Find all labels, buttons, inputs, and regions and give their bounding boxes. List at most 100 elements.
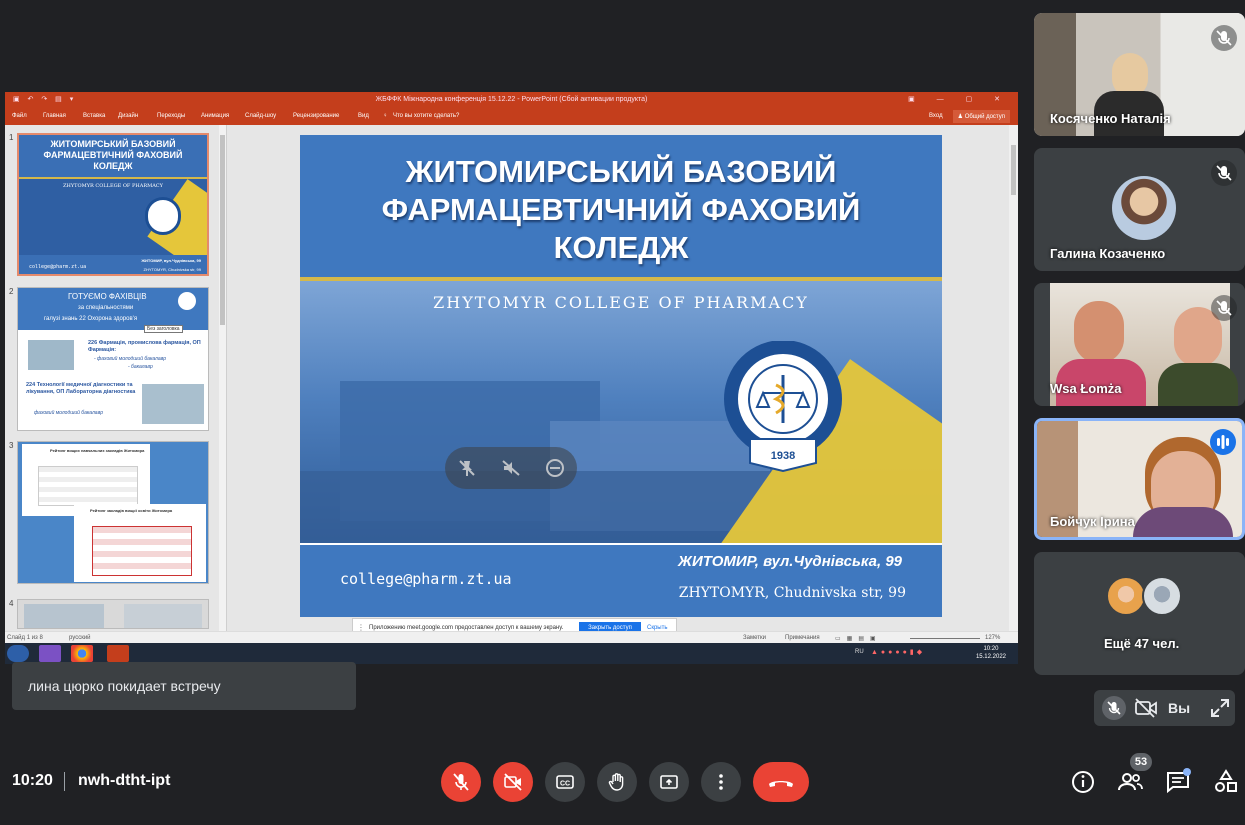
present-button[interactable] bbox=[649, 762, 689, 802]
participant-tile-speaking[interactable]: Бойчук Ірина bbox=[1034, 418, 1245, 540]
slide-thumbnail-3[interactable]: Рейтинг вищих навчальних закладів Житоми… bbox=[17, 441, 209, 584]
slide-subtitle: ZHYTOMYR COLLEGE OF PHARMACY bbox=[433, 293, 809, 312]
raise-hand-button[interactable] bbox=[597, 762, 637, 802]
self-muted-mic-icon[interactable] bbox=[1102, 696, 1126, 720]
ribbon-tab-transitions[interactable]: Переходы bbox=[157, 113, 185, 119]
sign-in-link[interactable]: Вход bbox=[929, 113, 943, 119]
viber-icon[interactable] bbox=[39, 645, 61, 662]
expand-icon[interactable] bbox=[1210, 698, 1230, 718]
mic-toggle-button[interactable] bbox=[441, 762, 481, 802]
ppt-share-button[interactable]: ♟ Общий доступ bbox=[952, 110, 1010, 123]
tray-date: 15.12.2022 bbox=[975, 654, 1006, 660]
thumb1-email: college@pharm.zt.ua bbox=[29, 264, 87, 270]
slide-thumbnails-pane: 1 ЖИТОМИРСЬКИЙ БАЗОВИЙ ФАРМАЦЕВТИЧНИЙ ФА… bbox=[5, 125, 227, 631]
participant-name: Косяченко Наталія bbox=[1050, 111, 1171, 126]
participant-name: Бойчук Ірина bbox=[1050, 514, 1135, 529]
status-language: русский bbox=[69, 635, 91, 641]
remove-icon[interactable] bbox=[545, 458, 565, 478]
powerpoint-icon[interactable] bbox=[107, 645, 129, 662]
participant-tile[interactable]: Галина Козаченко bbox=[1034, 148, 1245, 271]
status-slide-count: Слайд 1 из 8 bbox=[7, 635, 43, 641]
tell-me-box[interactable]: Что вы хотите сделать? bbox=[393, 113, 459, 119]
muted-mic-icon bbox=[1211, 160, 1237, 186]
thumb2-line2: галузі знань 22 Охорона здоров'я bbox=[44, 316, 138, 322]
ribbon-tab-view[interactable]: Вид bbox=[358, 113, 369, 119]
chat-unread-dot bbox=[1183, 768, 1191, 776]
ppt-title-bar: ▣ ↶ ↷ ▤ ▾ ЖБФФК Міжнародна конференція 1… bbox=[5, 92, 1018, 108]
ribbon-tab-home[interactable]: Главная bbox=[43, 113, 66, 119]
meeting-clock: 10:20 bbox=[12, 772, 53, 789]
ribbon-tab-review[interactable]: Рецензирование bbox=[293, 113, 339, 119]
slide-editor: ЖИТОМИРСЬКИЙ БАЗОВИЙ ФАРМАЦЕВТИЧНИЙ ФАХО… bbox=[228, 125, 1018, 631]
ribbon-tab-file[interactable]: Файл bbox=[12, 113, 27, 119]
mic-off-icon bbox=[453, 773, 469, 791]
chrome-icon[interactable] bbox=[71, 645, 93, 662]
avatar bbox=[1112, 176, 1176, 240]
more-vert-icon bbox=[719, 774, 723, 790]
slide-address-ua: ЖИТОМИР, вул.Чуднівська, 99 bbox=[678, 553, 902, 570]
meeting-code[interactable]: nwh-dtht-ipt bbox=[78, 772, 170, 790]
activities-icon[interactable] bbox=[1212, 768, 1240, 796]
participant-name: Галина Козаченко bbox=[1050, 246, 1166, 261]
ribbon-tab-design[interactable]: Дизайн bbox=[118, 113, 138, 119]
more-participants-tile[interactable]: Ещё 47 чел. bbox=[1034, 552, 1245, 675]
ppt-window-title: ЖБФФК Міжнародна конференція 15.12.22 - … bbox=[375, 96, 648, 103]
current-slide[interactable]: ЖИТОМИРСЬКИЙ БАЗОВИЙ ФАРМАЦЕВТИЧНИЙ ФАХО… bbox=[300, 135, 942, 617]
more-options-button[interactable] bbox=[701, 762, 741, 802]
thumb3-title2: Рейтинг закладів вищої освіти Житомира bbox=[90, 508, 173, 513]
editor-scrollbar[interactable] bbox=[1009, 125, 1018, 631]
participant-tile[interactable]: Косяченко Наталія bbox=[1034, 13, 1245, 136]
self-view-bar: Вы bbox=[1094, 690, 1235, 726]
ribbon-tab-insert[interactable]: Вставка bbox=[83, 113, 105, 119]
lightbulb-icon: ♀ bbox=[383, 113, 388, 119]
slide-number: 1 bbox=[9, 133, 14, 142]
thumb2-item1: 226 Фармація, промислова фармація, ОП Фа… bbox=[88, 340, 201, 353]
windows-start-icon[interactable] bbox=[7, 645, 29, 662]
svg-text:CC: CC bbox=[560, 781, 570, 788]
self-camera-off-icon[interactable] bbox=[1134, 698, 1158, 718]
muted-mic-icon bbox=[1211, 295, 1237, 321]
info-icon[interactable] bbox=[1069, 768, 1097, 796]
view-buttons[interactable]: ▭▦▤▣ bbox=[835, 635, 882, 642]
pin-off-icon[interactable] bbox=[457, 458, 477, 478]
slide-number: 2 bbox=[9, 287, 14, 296]
ribbon-tab-slideshow[interactable]: Слайд-шоу bbox=[245, 113, 276, 119]
ribbon-tab-animation[interactable]: Анимация bbox=[201, 113, 229, 119]
thumb1-title: ЖИТОМИРСЬКИЙ БАЗОВИЙ ФАРМАЦЕВТИЧНИЙ ФАХО… bbox=[43, 139, 183, 171]
avatar bbox=[1142, 576, 1182, 616]
slide-email: college@pharm.zt.ua bbox=[340, 570, 512, 588]
notes-button[interactable]: Заметки bbox=[743, 635, 766, 641]
captions-button[interactable]: CC bbox=[545, 762, 585, 802]
people-count-badge: 53 bbox=[1130, 753, 1152, 771]
leave-call-button[interactable] bbox=[753, 762, 809, 802]
camera-toggle-button[interactable] bbox=[493, 762, 533, 802]
thumb2-line1: за спеціальностями bbox=[78, 305, 134, 311]
tray-icons[interactable]: ▲●●●●▮◆ bbox=[871, 648, 925, 656]
comments-button[interactable]: Примечания bbox=[785, 635, 820, 641]
self-label: Вы bbox=[1168, 700, 1191, 716]
more-participants-label: Ещё 47 чел. bbox=[1104, 636, 1180, 651]
slide-thumbnail-1[interactable]: ЖИТОМИРСЬКИЙ БАЗОВИЙ ФАРМАЦЕВТИЧНИЙ ФАХО… bbox=[17, 133, 209, 276]
rating-table-2 bbox=[92, 526, 192, 576]
thumb1-subtitle: ZHYTOMYR COLLEGE OF PHARMACY bbox=[63, 183, 163, 189]
ppt-share-label: Общий доступ bbox=[964, 114, 1005, 120]
people-icon[interactable] bbox=[1116, 768, 1144, 796]
thumbnails-scrollbar[interactable] bbox=[219, 125, 226, 631]
mute-audio-icon[interactable] bbox=[501, 458, 521, 478]
college-building-photo: ZHYTOMYR COLLEGE OF PHARMACY 1938 bbox=[300, 281, 942, 543]
slide-thumbnail-4[interactable] bbox=[17, 599, 209, 629]
zoom-slider[interactable] bbox=[910, 638, 980, 639]
taskbar-clock[interactable]: 10:20 15.12.2022 bbox=[976, 645, 1006, 661]
hand-icon bbox=[608, 773, 624, 791]
participant-left-toast: лина цюрко покидает встречу bbox=[12, 662, 356, 710]
thumb2-item2: 224 Технології медичної діагностики та л… bbox=[26, 382, 136, 395]
window-controls[interactable]: ▣ — ▢ ✕ bbox=[908, 95, 1010, 103]
participant-tile[interactable]: Wsa Łomża bbox=[1034, 283, 1245, 406]
tray-language[interactable]: RU bbox=[855, 649, 864, 655]
slide-thumbnail-2[interactable]: ГОТУЄМО ФАХІВЦІВ за спеціальностями галу… bbox=[17, 287, 209, 431]
present-screen-icon bbox=[660, 775, 678, 789]
slide-title-line3: КОЛЕДЖ bbox=[553, 230, 689, 265]
zoom-level: 127% bbox=[985, 635, 1001, 641]
windows-taskbar: RU ▲●●●●▮◆ 10:20 15.12.2022 bbox=[5, 643, 1018, 664]
presenter-overlay-controls bbox=[445, 447, 577, 489]
